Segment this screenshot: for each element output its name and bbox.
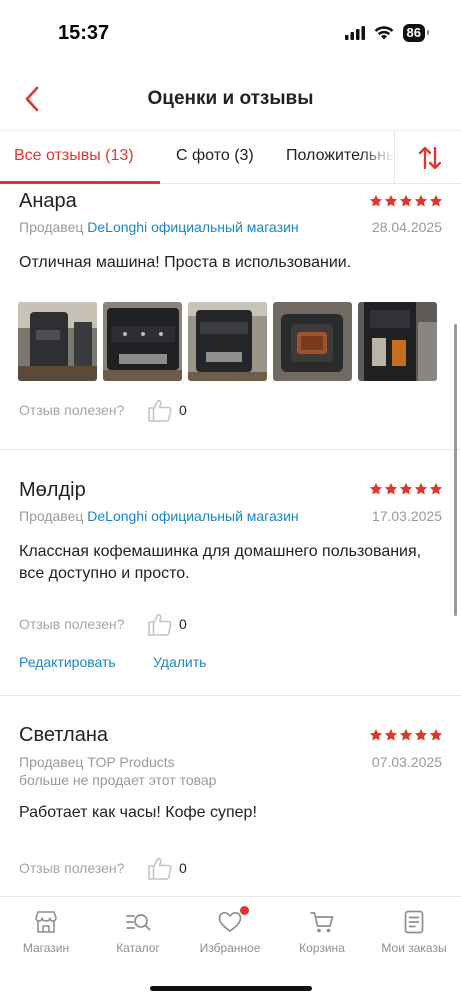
edit-review-button[interactable]: Редактировать — [19, 654, 116, 670]
reviews-list[interactable]: Анара Продавец DeLonghi официальный мага… — [0, 184, 461, 896]
thumbs-up-icon — [148, 857, 172, 880]
like-count: 0 — [179, 616, 187, 632]
seller-name: TOP Products — [87, 754, 175, 770]
star-icon — [369, 482, 383, 495]
star-rating — [369, 728, 443, 742]
like-button[interactable] — [146, 610, 174, 638]
page-title: Оценки и отзывы — [147, 88, 314, 109]
star-icon — [384, 194, 398, 207]
notification-dot — [240, 906, 249, 915]
tab-with-photo[interactable]: С фото (3) — [176, 147, 254, 165]
review-photo[interactable] — [188, 302, 267, 381]
like-button[interactable] — [146, 854, 174, 882]
status-time: 15:37 — [58, 22, 110, 44]
catalog-search-icon — [126, 914, 151, 931]
star-icon — [429, 194, 443, 207]
star-icon — [399, 194, 413, 207]
nav-label: Избранное — [199, 941, 261, 955]
seller-info: Продавец DeLonghi официальный магазин — [19, 508, 299, 524]
nav-label: Каталог — [116, 941, 160, 955]
like-button[interactable] — [146, 396, 174, 424]
seller-prefix: Продавец — [19, 219, 84, 235]
star-rating — [369, 194, 443, 208]
star-icon — [384, 482, 398, 495]
review-photos — [18, 302, 437, 381]
seller-prefix: Продавец — [19, 754, 84, 770]
status-icons: 86 — [344, 24, 430, 42]
thumbs-up-icon — [148, 399, 172, 422]
seller-prefix: Продавец — [19, 508, 84, 524]
nav-label: Магазин — [22, 941, 70, 955]
review-date: 07.03.2025 — [371, 754, 442, 770]
like-count: 0 — [179, 402, 187, 418]
reviewer-name: Анара — [19, 190, 77, 212]
star-icon — [414, 728, 428, 741]
tabs-fade — [360, 131, 394, 183]
review-card: Светлана Продавец TOP Products больше не… — [0, 696, 461, 896]
nav-favorites[interactable]: Избранное — [184, 897, 276, 967]
star-icon — [414, 194, 428, 207]
star-icon — [429, 482, 443, 495]
wifi-icon — [374, 26, 393, 40]
review-card: Мөлдір Продавец DeLonghi официальный маг… — [0, 450, 461, 696]
delete-review-button[interactable]: Удалить — [153, 654, 206, 670]
reviewer-name: Светлана — [19, 724, 108, 746]
nav-orders[interactable]: Мои заказы — [368, 897, 460, 967]
review-text: Отличная машина! Проста в использовании. — [19, 254, 352, 271]
seller-info: Продавец TOP Products — [19, 754, 175, 770]
star-icon — [399, 482, 413, 495]
store-icon — [35, 911, 57, 933]
star-icon — [429, 728, 443, 741]
review-text: Работает как часы! Кофе супер! — [19, 804, 257, 821]
review-photo[interactable] — [358, 302, 437, 381]
cart-icon — [310, 912, 334, 933]
review-photo[interactable] — [103, 302, 182, 381]
star-icon — [414, 482, 428, 495]
seller-link[interactable]: DeLonghi официальный магазин — [87, 508, 298, 524]
review-photo[interactable] — [273, 302, 352, 381]
review-card: Анара Продавец DeLonghi официальный мага… — [0, 184, 461, 450]
nav-catalog[interactable]: Каталог — [92, 897, 184, 967]
review-filter-tabs: Все отзывы (13) С фото (3) Положительные — [0, 130, 461, 184]
star-icon — [369, 194, 383, 207]
sort-arrows-icon — [418, 146, 442, 170]
review-date: 17.03.2025 — [371, 508, 442, 524]
star-icon — [399, 728, 413, 741]
status-bar: 15:37 86 — [0, 0, 461, 62]
review-text: Классная кофемашинка для домашнего польз… — [19, 543, 422, 582]
helpful-question: Отзыв полезен? — [19, 860, 125, 876]
battery-indicator: 86 — [402, 24, 430, 42]
helpful-question: Отзыв полезен? — [19, 616, 125, 632]
star-icon — [369, 728, 383, 741]
helpful-question: Отзыв полезен? — [19, 402, 125, 418]
heart-icon — [218, 911, 242, 932]
seller-info: Продавец DeLonghi официальный магазин — [19, 219, 299, 235]
nav-store[interactable]: Магазин — [0, 897, 92, 967]
nav-label: Корзина — [299, 941, 345, 955]
review-photo[interactable] — [18, 302, 97, 381]
tab-all-reviews[interactable]: Все отзывы (13) — [14, 147, 134, 165]
cellular-signal-icon — [344, 26, 365, 40]
star-rating — [369, 482, 443, 496]
seller-note: больше не продает этот товар — [19, 772, 217, 788]
header: Оценки и отзывы — [0, 72, 461, 128]
like-count: 0 — [179, 860, 187, 876]
bottom-navigation: Магазин Каталог Избранное Корзина Мои за… — [0, 896, 461, 999]
sort-button[interactable] — [394, 131, 461, 183]
thumbs-up-icon — [148, 613, 172, 636]
reviewer-name: Мөлдір — [19, 479, 86, 501]
nav-cart[interactable]: Корзина — [276, 897, 368, 967]
review-date: 28.04.2025 — [371, 219, 442, 235]
nav-label: Мои заказы — [381, 941, 447, 955]
home-indicator[interactable] — [150, 986, 312, 991]
star-icon — [384, 728, 398, 741]
scrollbar[interactable] — [454, 324, 457, 616]
orders-icon — [404, 910, 424, 934]
seller-link[interactable]: DeLonghi официальный магазин — [87, 219, 298, 235]
